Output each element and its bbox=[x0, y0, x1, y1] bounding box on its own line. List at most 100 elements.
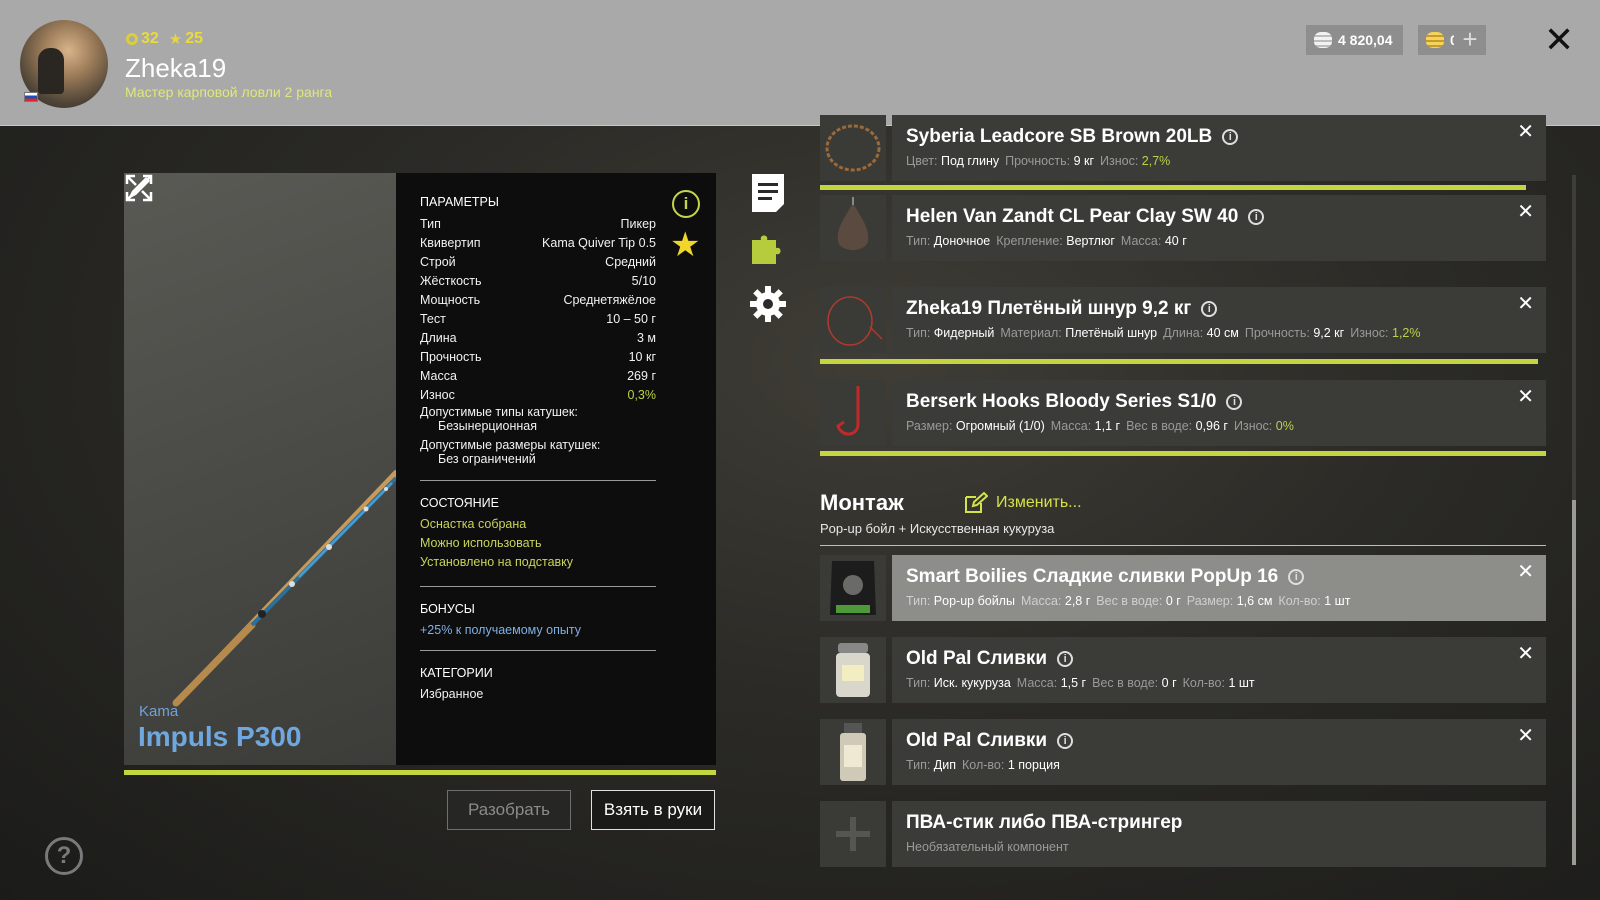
montage-item-popup-boilie[interactable]: Smart Boilies Сладкие сливки PopUp 16 i Т… bbox=[820, 555, 1546, 621]
prop-key: Тип: bbox=[906, 326, 931, 340]
remove-item-close-icon[interactable]: ✕ bbox=[1517, 119, 1534, 144]
edit-icon bbox=[965, 492, 988, 513]
reel-sizes-label: Допустимые размеры катушек: bbox=[420, 438, 601, 452]
param-label: Износ bbox=[420, 387, 455, 402]
item-info: Helen Van Zandt CL Pear Clay SW 40 i Тип:… bbox=[892, 195, 1546, 261]
state-line: Можно использовать bbox=[420, 536, 542, 550]
remove-item-close-icon[interactable]: ✕ bbox=[1517, 199, 1534, 224]
prop-key: Длина: bbox=[1163, 326, 1204, 340]
bonus-title: БОНУСЫ bbox=[420, 602, 475, 616]
remove-item-close-icon[interactable]: ✕ bbox=[1517, 641, 1534, 666]
take-in-hands-button[interactable]: Взять в руки bbox=[591, 790, 715, 830]
item-info: Syberia Leadcore SB Brown 20LB i Цвет: По… bbox=[892, 115, 1546, 181]
prop-key: Размер: bbox=[906, 419, 953, 433]
remove-item-close-icon[interactable]: ✕ bbox=[1517, 291, 1534, 316]
item-name: Zheka19 Плетёный шнур 9,2 кг bbox=[906, 298, 1192, 319]
info-icon[interactable]: i bbox=[1201, 301, 1218, 317]
param-row: Мощность Среднетяжёлое bbox=[420, 290, 656, 309]
dip-thumbnail bbox=[820, 719, 886, 785]
puzzle-icon[interactable] bbox=[748, 228, 788, 268]
prop-value: 2,8 г bbox=[1064, 594, 1091, 608]
montage-item-dip[interactable]: Old Pal Сливки i Тип: Дип Кол-во: 1 порция… bbox=[820, 719, 1546, 785]
info-icon[interactable]: i bbox=[672, 190, 700, 218]
item-name: Helen Van Zandt CL Pear Clay SW 40 bbox=[906, 206, 1239, 227]
prop-value: 1 шт bbox=[1324, 594, 1351, 608]
params-list: Тип Пикер Квивертип Kama Quiver Tip 0.5 Стро… bbox=[420, 214, 656, 404]
profile-header: 32 ★ 25 Zheka19 Мастер карповой ловли 2 р… bbox=[0, 0, 1600, 126]
prop-value: Иск. кукуруза bbox=[933, 676, 1011, 690]
optional-pva-slot[interactable]: ПВА-стик либо ПВА-стрингер Необязательны… bbox=[820, 801, 1546, 867]
info-icon[interactable]: i bbox=[1288, 569, 1305, 585]
info-icon[interactable]: i bbox=[1248, 209, 1265, 225]
param-label: Тест bbox=[420, 311, 446, 326]
prop-value: 1,2% bbox=[1392, 326, 1421, 340]
param-label: Квивертип bbox=[420, 235, 481, 250]
param-value: Kama Quiver Tip 0.5 bbox=[542, 235, 656, 250]
rod-preview[interactable]: Kama Impuls P300 bbox=[124, 173, 396, 765]
item-name: Berserk Hooks Bloody Series S1/0 bbox=[906, 391, 1217, 412]
braid-coil-image bbox=[827, 296, 883, 346]
durability-bar bbox=[820, 185, 1526, 190]
tackle-item-leader[interactable]: Zheka19 Плетёный шнур 9,2 кг i Тип: Фидер… bbox=[820, 287, 1546, 353]
add-gold-button[interactable]: + bbox=[1454, 25, 1486, 55]
param-label: Мощность bbox=[420, 292, 481, 307]
prop-key: Износ: bbox=[1350, 326, 1389, 340]
reel-sizes-value: Без ограничений bbox=[438, 452, 536, 466]
tackle-item-hook[interactable]: Berserk Hooks Bloody Series S1/0 i Размер… bbox=[820, 380, 1546, 446]
prop-value: 2,7% bbox=[1141, 154, 1171, 168]
prop-key: Крепление: bbox=[996, 234, 1063, 248]
item-info: Old Pal Сливки i Тип: Дип Кол-во: 1 порция… bbox=[892, 719, 1546, 785]
param-row: Длина 3 м bbox=[420, 328, 656, 347]
param-label: Масса bbox=[420, 368, 457, 383]
tackle-item-line[interactable]: Syberia Leadcore SB Brown 20LB i Цвет: По… bbox=[820, 115, 1546, 181]
montage-item-corn[interactable]: Old Pal Сливки i Тип: Иск. кукуруза Масса:… bbox=[820, 637, 1546, 703]
item-name: Old Pal Сливки bbox=[906, 648, 1048, 669]
favorite-star-icon[interactable]: ★ bbox=[670, 228, 700, 262]
prop-key: Масса: bbox=[1016, 676, 1058, 690]
montage-title: Монтаж bbox=[820, 490, 904, 515]
tackle-item-sinker[interactable]: Helen Van Zandt CL Pear Clay SW 40 i Тип:… bbox=[820, 195, 1546, 261]
reel-types-value: Безынерционная bbox=[438, 419, 538, 433]
corn-thumbnail bbox=[820, 637, 886, 703]
line-thumbnail bbox=[820, 115, 886, 181]
info-icon[interactable]: i bbox=[1057, 651, 1074, 667]
scrollbar-thumb[interactable] bbox=[1572, 500, 1576, 865]
prop-value: Pop-up бойлы bbox=[933, 594, 1015, 608]
prop-key: Износ: bbox=[1233, 419, 1273, 433]
prop-value: 1 порция bbox=[1007, 758, 1060, 772]
add-slot[interactable] bbox=[820, 801, 886, 867]
leader-thumbnail bbox=[820, 287, 886, 353]
prop-value: 0% bbox=[1275, 419, 1294, 433]
info-icon[interactable]: i bbox=[1057, 733, 1074, 749]
rank-stat: ★ 25 bbox=[169, 30, 203, 48]
disassemble-button[interactable]: Разобрать bbox=[447, 790, 571, 830]
gear-icon[interactable] bbox=[748, 284, 788, 324]
prop-value: 0 г bbox=[1165, 594, 1181, 608]
gold-coins-icon bbox=[1426, 32, 1444, 48]
edit-pencil-icon[interactable] bbox=[124, 173, 154, 203]
prop-key: Тип: bbox=[906, 234, 931, 248]
divider bbox=[820, 545, 1546, 546]
remove-item-close-icon[interactable]: ✕ bbox=[1517, 723, 1534, 748]
document-icon[interactable] bbox=[748, 172, 788, 212]
item-name: Old Pal Сливки bbox=[906, 730, 1048, 751]
remove-item-close-icon[interactable]: ✕ bbox=[1517, 559, 1534, 584]
player-name: Zheka19 bbox=[125, 53, 227, 83]
param-value: 3 м bbox=[636, 330, 656, 345]
param-label: Строй bbox=[420, 254, 456, 269]
level-value: 32 bbox=[141, 30, 159, 47]
rank-value: 25 bbox=[185, 30, 204, 47]
change-montage-button[interactable]: Изменить... bbox=[964, 492, 1082, 514]
plus-icon bbox=[836, 817, 870, 851]
item-title: Old Pal Сливки i bbox=[906, 729, 1532, 753]
prop-key: Материал: bbox=[1000, 326, 1062, 340]
info-icon[interactable]: i bbox=[1222, 129, 1239, 145]
help-icon[interactable]: ? bbox=[45, 837, 83, 875]
remove-item-close-icon[interactable]: ✕ bbox=[1517, 384, 1534, 409]
close-icon[interactable]: ✕ bbox=[1544, 20, 1574, 60]
category-line: Избранное bbox=[420, 687, 484, 701]
param-label: Длина bbox=[420, 330, 457, 345]
info-icon[interactable]: i bbox=[1226, 394, 1243, 410]
state-line: Оснастка собрана bbox=[420, 517, 527, 531]
durability-bar bbox=[820, 359, 1538, 364]
